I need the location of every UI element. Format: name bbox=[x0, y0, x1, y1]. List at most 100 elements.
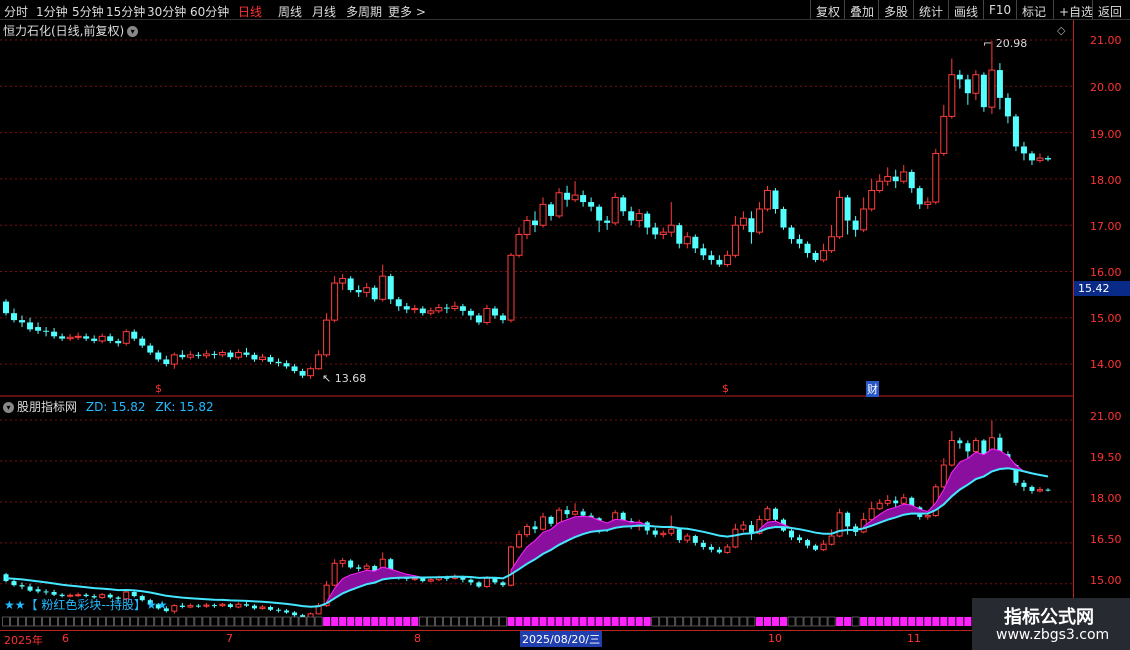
indicator-candle bbox=[331, 562, 338, 586]
period-tab-8[interactable]: 月线 bbox=[312, 3, 336, 20]
price-candle bbox=[227, 352, 234, 358]
signal-cell bbox=[571, 617, 579, 626]
price-candle bbox=[980, 74, 987, 108]
price-candle bbox=[1036, 157, 1044, 161]
price-candle bbox=[435, 307, 443, 312]
price-candle bbox=[652, 227, 659, 235]
price-candle bbox=[988, 69, 996, 108]
indicator-candle bbox=[708, 546, 714, 550]
signal-cell bbox=[876, 617, 884, 626]
toolbar-button-3[interactable]: 统计 bbox=[913, 0, 948, 19]
signal-cell bbox=[884, 617, 892, 626]
indicator-candle bbox=[957, 440, 963, 444]
toolbar-button-6[interactable]: 标记 bbox=[1016, 0, 1051, 19]
price-candle bbox=[35, 327, 42, 331]
dividend-marker-1[interactable]: $ bbox=[155, 382, 162, 395]
toolbar-button-4[interactable]: 画线 bbox=[948, 0, 983, 19]
signal-cell bbox=[74, 616, 82, 627]
price-tick-label: 14.00 bbox=[1090, 358, 1122, 371]
period-tab-4[interactable]: 30分钟 bbox=[147, 3, 186, 20]
signal-cell bbox=[523, 617, 531, 626]
indicator-candle bbox=[652, 530, 658, 535]
price-candle bbox=[163, 359, 170, 365]
period-tab-7[interactable]: 周线 bbox=[278, 3, 302, 20]
price-candle bbox=[395, 299, 402, 307]
signal-cell bbox=[827, 616, 836, 627]
signal-cell bbox=[58, 616, 66, 627]
price-candle bbox=[532, 220, 539, 226]
price-candle bbox=[139, 338, 146, 346]
signal-cell bbox=[403, 617, 411, 626]
price-candle bbox=[571, 194, 579, 201]
toolbar-button-8[interactable]: 返回 bbox=[1092, 0, 1127, 19]
indicator-title[interactable]: ▾ 股朋指标网 ZD: 15.82 ZK: 15.82 bbox=[3, 398, 214, 415]
toolbar-button-0[interactable]: 复权 bbox=[810, 0, 845, 19]
signal-cell bbox=[916, 617, 924, 626]
signal-cell bbox=[379, 617, 387, 626]
price-candle bbox=[828, 236, 836, 252]
price-candle bbox=[555, 192, 563, 217]
chevron-down-icon[interactable]: ▾ bbox=[3, 402, 14, 413]
period-tab-10[interactable]: 更多 > bbox=[388, 3, 426, 20]
dividend-marker-2[interactable]: $ bbox=[722, 382, 729, 395]
date-label: 2025年 bbox=[4, 634, 43, 647]
date-label: 6 bbox=[62, 632, 69, 645]
indicator-candle bbox=[51, 591, 57, 595]
price-candle bbox=[218, 352, 226, 356]
indicator-candle bbox=[700, 542, 706, 547]
price-candle bbox=[491, 308, 498, 316]
price-tick-label: 21.00 bbox=[1090, 34, 1122, 47]
signal-cell bbox=[122, 616, 131, 627]
signal-cell bbox=[836, 617, 844, 626]
price-candle bbox=[620, 197, 627, 212]
indicator-candle bbox=[348, 560, 354, 568]
price-candle bbox=[964, 79, 971, 94]
toolbar-button-1[interactable]: 叠加 bbox=[844, 0, 879, 19]
price-candle bbox=[683, 236, 691, 245]
price-candle bbox=[339, 277, 347, 284]
signal-cell bbox=[547, 617, 555, 626]
price-candle bbox=[972, 74, 980, 94]
indicator-candle bbox=[845, 512, 851, 527]
price-candle bbox=[932, 152, 940, 203]
signal-cell bbox=[563, 617, 571, 626]
price-candle bbox=[916, 188, 923, 205]
price-candle bbox=[755, 208, 763, 233]
signal-cell bbox=[691, 616, 700, 627]
signal-cell bbox=[347, 617, 355, 626]
price-candle bbox=[307, 368, 315, 377]
period-tab-6[interactable]: 日线 bbox=[238, 3, 262, 20]
price-candle bbox=[700, 248, 707, 256]
signal-cell bbox=[290, 616, 299, 627]
period-tab-9[interactable]: 多周期 bbox=[346, 3, 382, 20]
price-candle bbox=[723, 254, 731, 266]
period-tab-2[interactable]: 5分钟 bbox=[72, 3, 104, 20]
signal-cell bbox=[234, 616, 243, 627]
period-toolbar: 分时 1分钟 5分钟 15分钟 30分钟 60分钟 日线 周线 月线 多周期 更多 > 复权 叠加 多股统… bbox=[0, 0, 1130, 20]
indicator-candle bbox=[1036, 489, 1043, 492]
price-candle bbox=[275, 361, 282, 364]
period-tab-3[interactable]: 15分钟 bbox=[106, 3, 145, 20]
price-candle bbox=[1004, 97, 1011, 117]
indicator-candle bbox=[515, 534, 522, 548]
price-candle bbox=[667, 224, 675, 233]
signal-cell bbox=[587, 617, 595, 626]
price-candle bbox=[731, 224, 739, 256]
toolbar-button-2[interactable]: 多股 bbox=[878, 0, 913, 19]
toolbar-button-5[interactable]: F10 bbox=[983, 0, 1016, 19]
price-candle bbox=[635, 213, 643, 222]
indicator-candle bbox=[924, 515, 931, 518]
price-candle bbox=[387, 276, 394, 300]
signal-cell bbox=[779, 617, 787, 626]
finance-marker[interactable]: 财 bbox=[866, 381, 879, 397]
period-tab-1[interactable]: 1分钟 bbox=[36, 3, 68, 20]
price-candle bbox=[1012, 116, 1019, 147]
indicator-candle bbox=[764, 508, 771, 521]
indicator-candle bbox=[292, 612, 298, 616]
price-candle bbox=[363, 287, 371, 293]
indicator-candle bbox=[235, 603, 242, 608]
signal-cell bbox=[491, 616, 499, 627]
price-candle bbox=[411, 308, 419, 311]
period-tab-0[interactable]: 分时 bbox=[4, 3, 28, 20]
period-tab-5[interactable]: 60分钟 bbox=[190, 3, 229, 20]
